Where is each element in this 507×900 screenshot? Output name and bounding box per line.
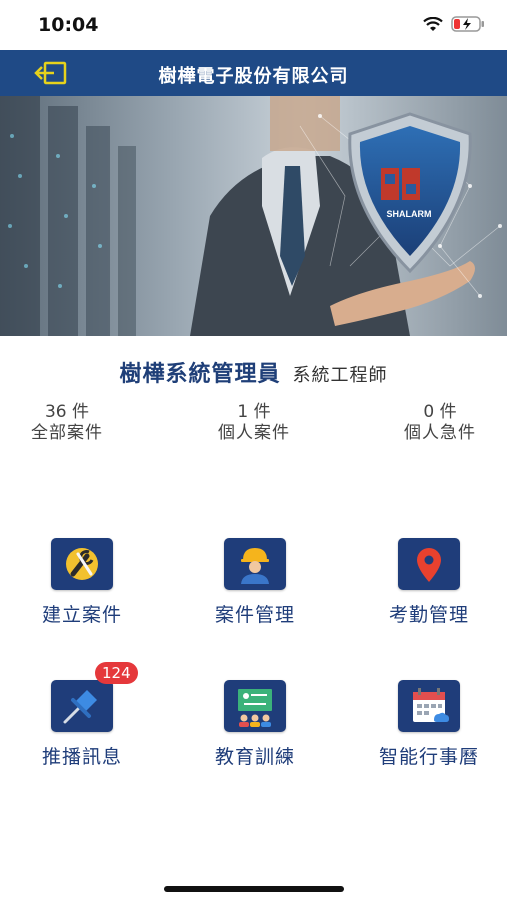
user-name: 樹樺系統管理員: [119, 362, 281, 387]
menu-label: 教育訓練: [214, 746, 295, 768]
push-pin-icon: 124: [51, 662, 138, 732]
calendar-icon: [398, 680, 460, 732]
stat-all-cases[interactable]: 36 件 全部案件: [0, 402, 137, 444]
stat-value: 0 件: [423, 402, 457, 422]
menu-label: 智能行事曆: [378, 746, 479, 768]
menu-case-management[interactable]: 案件管理: [185, 538, 325, 627]
notification-badge: 124: [95, 662, 138, 684]
banner-image: SHALARM: [0, 96, 507, 336]
menu-label: 推播訊息: [41, 746, 122, 768]
tools-icon: [51, 538, 113, 590]
menu-label: 考勤管理: [388, 604, 469, 626]
status-time: 10:04: [38, 14, 99, 36]
stat-label: 個人急件: [404, 423, 476, 443]
top-nav-bar: 樹樺電子股份有限公司: [0, 50, 507, 96]
stat-label: 全部案件: [31, 423, 103, 443]
user-role: 系統工程師: [292, 365, 388, 386]
hero-banner: SHALARM: [0, 96, 507, 336]
menu-education-training[interactable]: 教育訓練: [185, 680, 325, 769]
wifi-icon: [423, 16, 443, 31]
menu-smart-calendar[interactable]: 智能行事曆: [359, 680, 499, 769]
stat-personal-cases[interactable]: 1 件 個人案件: [184, 402, 324, 444]
menu-push-messages[interactable]: 124 推播訊息: [12, 662, 152, 769]
stat-value: 1 件: [237, 402, 271, 422]
page-title: 樹樺電子股份有限公司: [158, 66, 349, 87]
menu-attendance-management[interactable]: 考勤管理: [359, 538, 499, 627]
status-bar: 10:04: [0, 0, 507, 50]
stat-value: 36 件: [44, 402, 90, 422]
stat-label: 個人案件: [218, 423, 290, 443]
shield-brand-text: SHALARM: [387, 209, 432, 219]
user-info: 樹樺系統管理員 系統工程師: [0, 356, 507, 388]
battery-charging-icon: [451, 16, 484, 32]
location-pin-icon: [398, 538, 460, 590]
menu-create-case[interactable]: 建立案件: [12, 538, 152, 627]
stat-urgent-cases[interactable]: 0 件 個人急件: [370, 402, 507, 444]
worker-icon: [224, 538, 286, 590]
menu-label: 案件管理: [214, 604, 295, 626]
menu-label: 建立案件: [41, 604, 122, 626]
home-indicator[interactable]: [164, 886, 344, 892]
classroom-icon: [224, 680, 286, 732]
status-icons: [423, 16, 485, 32]
